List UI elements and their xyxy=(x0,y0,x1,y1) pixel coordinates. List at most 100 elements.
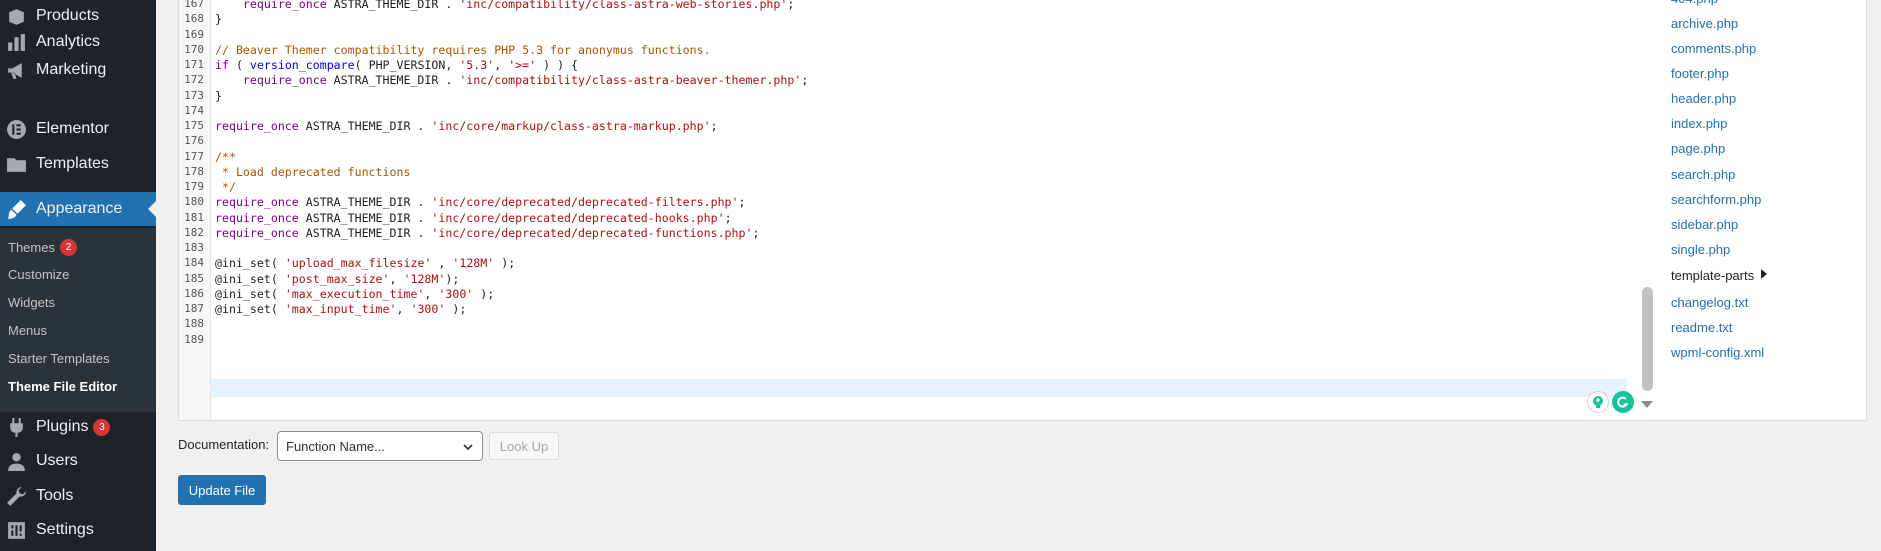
file-item[interactable]: wpml-config.xml xyxy=(1671,345,1764,360)
line-number: 167 xyxy=(184,0,204,10)
line-number: 189 xyxy=(184,333,204,346)
file-item[interactable]: page.php xyxy=(1671,141,1725,156)
line-number: 180 xyxy=(184,195,204,208)
file-item[interactable]: searchform.php xyxy=(1671,192,1761,207)
analytics-icon xyxy=(4,30,28,54)
file-item[interactable]: header.php xyxy=(1671,91,1736,106)
file-label: footer.php xyxy=(1671,66,1729,81)
file-label: index.php xyxy=(1671,116,1728,131)
code-line[interactable]: require_once ASTRA_THEME_DIR . 'inc/core… xyxy=(215,224,759,242)
chevron-down-icon xyxy=(463,444,473,451)
scroll-down-arrow-icon[interactable] xyxy=(1641,401,1653,408)
line-number: 170 xyxy=(184,43,204,56)
menu-item-label: Appearance xyxy=(36,200,123,217)
file-item[interactable]: search.php xyxy=(1671,167,1735,182)
submenu-item-themes[interactable]: Themes 2 xyxy=(8,239,77,256)
file-label: search.php xyxy=(1671,167,1736,182)
submenu-item-label: Theme File Editor xyxy=(8,379,118,394)
menu-item-analytics[interactable]: Analytics xyxy=(0,27,156,57)
file-item[interactable]: readme.txt xyxy=(1671,320,1732,335)
file-label: wpml-config.xml xyxy=(1671,345,1765,360)
file-item[interactable]: sidebar.php xyxy=(1671,217,1738,232)
line-number-gutter: 167 168 169 170 171 172 173 174 175 176 177 178 179 1… xyxy=(179,0,211,420)
line-number: 172 xyxy=(184,73,204,86)
file-label: single.php xyxy=(1671,242,1731,257)
line-number: 176 xyxy=(184,134,204,147)
line-number: 175 xyxy=(184,119,204,132)
submenu-item-customize[interactable]: Customize xyxy=(8,267,69,282)
documentation-label: Documentation: xyxy=(178,437,270,452)
menu-item-label: Plugins xyxy=(36,418,89,435)
menu-item-settings[interactable]: Settings xyxy=(0,515,156,545)
grammarly-icon[interactable] xyxy=(1612,391,1634,413)
code-editor[interactable]: 167 168 169 170 171 172 173 174 175 176 177 178 179 1… xyxy=(178,0,1660,421)
admin-sidebar: Products Analytics Marketing Elementor T… xyxy=(0,0,156,551)
menu-item-templates[interactable]: Templates xyxy=(0,149,156,179)
file-item[interactable]: archive.php xyxy=(1671,16,1738,31)
file-item[interactable]: footer.php xyxy=(1671,66,1729,81)
code-line[interactable]: @ini_set( 'max_input_time', '300' ); xyxy=(215,300,466,318)
menu-item-elementor[interactable]: Elementor xyxy=(0,114,156,144)
submenu-item-label: Widgets xyxy=(8,295,55,310)
line-number: 182 xyxy=(184,226,204,239)
code-line[interactable]: } xyxy=(215,10,222,28)
line-number: 179 xyxy=(184,180,204,193)
code-line[interactable]: * Load deprecated functions xyxy=(215,163,410,181)
marketing-icon xyxy=(4,58,28,82)
submenu-item-label: Starter Templates xyxy=(8,351,110,366)
menu-item-marketing[interactable]: Marketing xyxy=(0,55,156,85)
menu-item-plugins[interactable]: Plugins 3 xyxy=(0,412,156,442)
caret-right-icon xyxy=(1761,269,1768,279)
code-line[interactable]: require_once ASTRA_THEME_DIR . 'inc/comp… xyxy=(215,0,794,13)
file-item[interactable]: index.php xyxy=(1671,116,1727,131)
line-number: 187 xyxy=(184,302,204,315)
menu-item-appearance[interactable]: Appearance xyxy=(0,192,156,226)
users-icon xyxy=(4,449,28,473)
menu-item-label: Products xyxy=(36,7,100,24)
theme-files-list: 404.php archive.php comments.php footer.php… xyxy=(1658,0,1867,421)
code-line[interactable]: require_once ASTRA_THEME_DIR . 'inc/comp… xyxy=(215,71,808,89)
menu-item-label: Marketing xyxy=(36,61,107,78)
products-icon xyxy=(4,4,28,28)
menu-item-label: Tools xyxy=(36,487,74,504)
submenu-item-widgets[interactable]: Widgets xyxy=(8,295,55,310)
tools-icon xyxy=(4,484,28,508)
menu-item-label: Templates xyxy=(36,155,109,172)
code-line[interactable]: require_once ASTRA_THEME_DIR . 'inc/core… xyxy=(215,117,718,135)
folder-item[interactable]: template-parts xyxy=(1671,268,1768,283)
menu-item-tools[interactable]: Tools xyxy=(0,481,156,511)
file-item[interactable]: comments.php xyxy=(1671,41,1756,56)
lightbulb-icon[interactable] xyxy=(1587,391,1609,413)
submenu-item-menus[interactable]: Menus xyxy=(8,323,47,338)
file-item[interactable]: 404.php xyxy=(1671,0,1718,6)
code-line[interactable]: } xyxy=(215,87,222,105)
file-item[interactable]: single.php xyxy=(1671,242,1730,257)
file-label: header.php xyxy=(1671,91,1737,106)
line-number: 171 xyxy=(184,58,204,71)
plugins-icon xyxy=(4,415,28,439)
submenu-item-theme-file-editor[interactable]: Theme File Editor xyxy=(8,379,117,394)
appearance-icon xyxy=(4,197,28,221)
submenu-item-starter-templates[interactable]: Starter Templates xyxy=(8,351,110,366)
menu-item-label: Users xyxy=(36,452,78,469)
submenu-item-label: Customize xyxy=(8,267,70,282)
file-item[interactable]: changelog.txt xyxy=(1671,295,1748,310)
menu-item-label: Settings xyxy=(36,521,94,538)
look-up-button[interactable]: Look Up xyxy=(489,432,559,460)
file-label: archive.php xyxy=(1671,16,1739,31)
file-label: 404.php xyxy=(1671,0,1718,6)
line-number: 183 xyxy=(184,241,204,254)
elementor-icon xyxy=(4,117,28,141)
editor-scrollbar-thumb[interactable] xyxy=(1642,287,1653,391)
themes-update-badge: 2 xyxy=(59,239,77,256)
line-number: 184 xyxy=(184,256,204,269)
function-name-select[interactable]: Function Name... xyxy=(277,431,483,461)
settings-icon xyxy=(4,518,28,542)
file-label: searchform.php xyxy=(1671,192,1762,207)
menu-item-users[interactable]: Users xyxy=(0,446,156,476)
file-label: changelog.txt xyxy=(1671,295,1749,310)
line-number: 186 xyxy=(184,287,204,300)
line-number: 169 xyxy=(184,28,204,41)
file-label: sidebar.php xyxy=(1671,217,1739,232)
update-file-button[interactable]: Update File xyxy=(178,475,266,505)
